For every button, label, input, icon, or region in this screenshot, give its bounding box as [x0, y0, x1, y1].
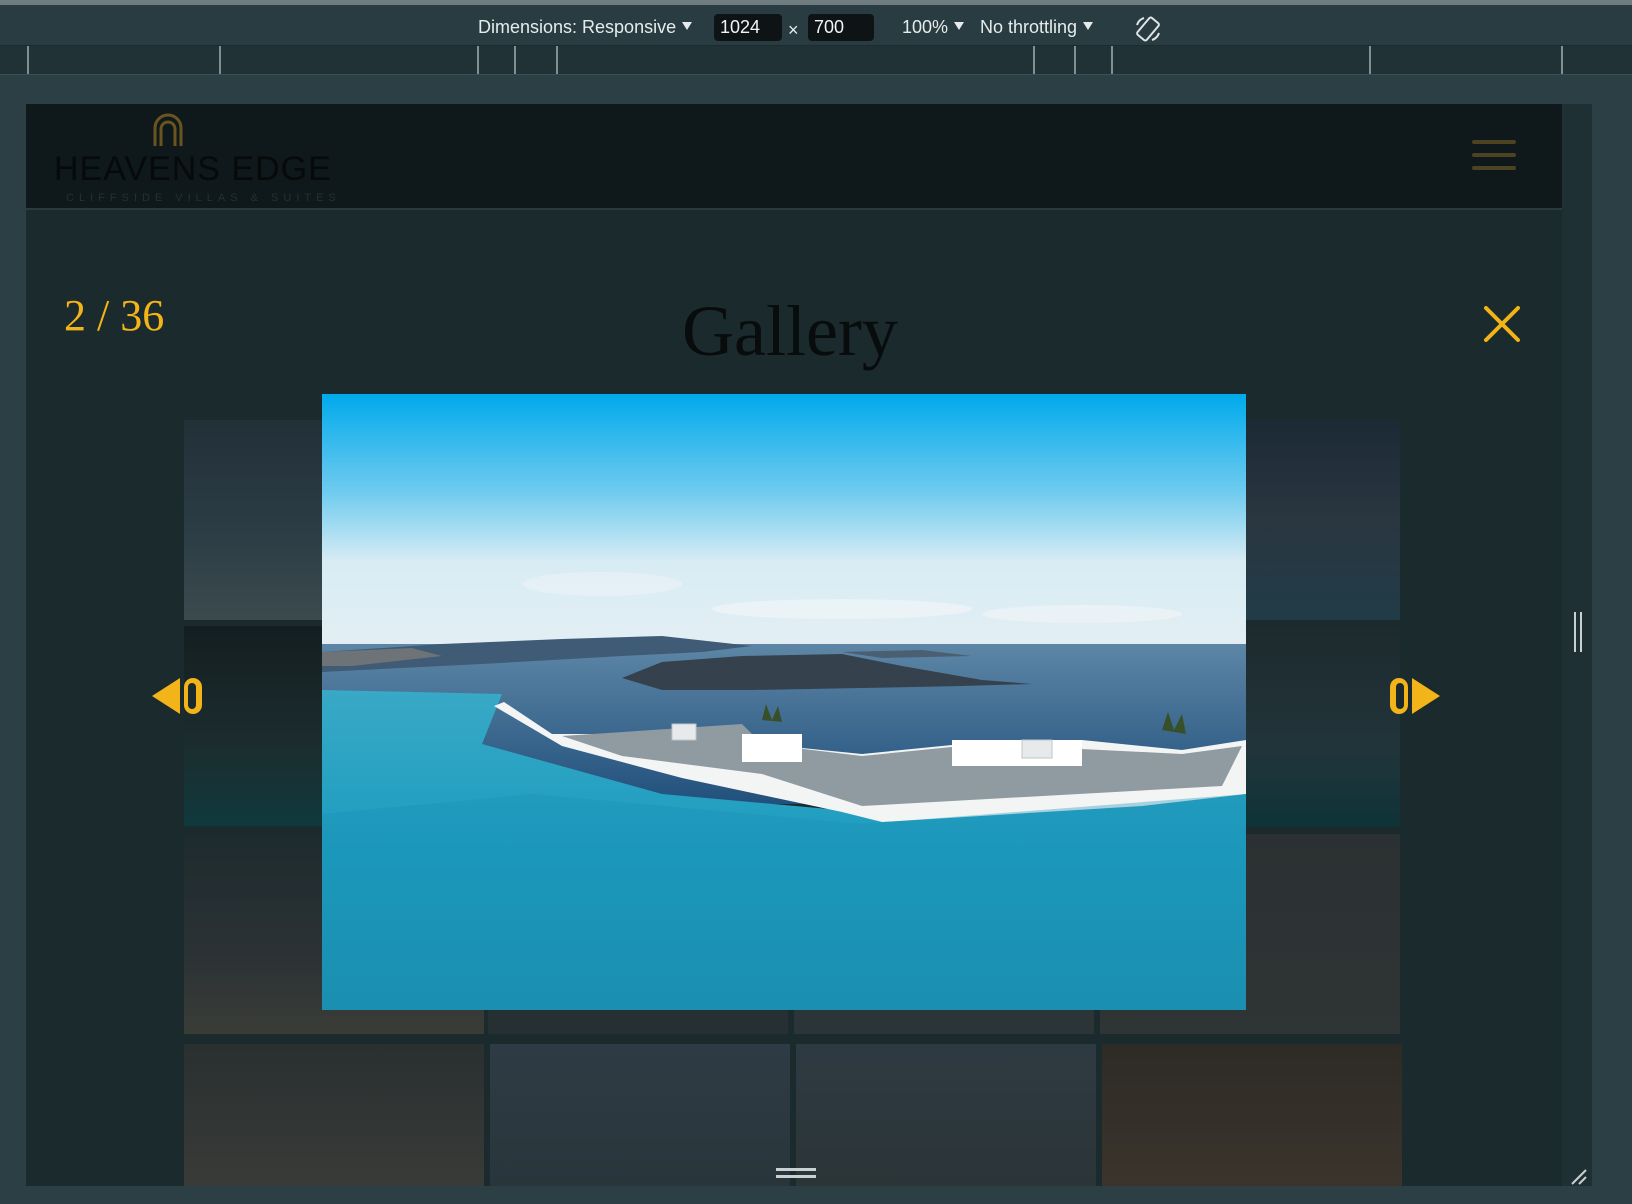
lightbox-image[interactable]: [322, 394, 1246, 1010]
logo-tagline: CLIFFSIDE VILLAS & SUITES: [66, 192, 341, 204]
gallery-thumb[interactable]: [184, 1044, 484, 1186]
page-title: Gallery: [682, 291, 898, 371]
device-frame: HEAVENS EDGE CLIFFSIDE VILLAS & SUITES G…: [26, 104, 1592, 1186]
chevron-down-icon: [682, 22, 693, 30]
ruler-tick: [1033, 46, 1035, 74]
devtools-toolbar: Dimensions: Responsive 1024 × 700 100% N…: [0, 0, 1632, 46]
throttling-dropdown[interactable]: No throttling: [980, 15, 1094, 39]
dimensions-dropdown[interactable]: Dimensions: Responsive: [478, 15, 693, 39]
close-icon[interactable]: [1482, 304, 1522, 344]
ruler-tick: [556, 46, 558, 74]
ruler-tick: [1111, 46, 1113, 74]
ruler-tick: [219, 46, 221, 74]
hamburger-icon[interactable]: [1472, 140, 1516, 172]
ruler-tick: [1369, 46, 1371, 74]
ruler-tick: [1074, 46, 1076, 74]
ruler-tick: [27, 46, 29, 74]
ruler-tick: [477, 46, 479, 74]
resize-handle-right[interactable]: [1574, 612, 1582, 652]
prev-arrow-icon[interactable]: [150, 674, 206, 718]
width-input[interactable]: 1024: [714, 14, 782, 41]
arch-logo-icon: [153, 113, 183, 146]
resize-corner-icon[interactable]: [1568, 1166, 1588, 1186]
resize-handle-bottom[interactable]: [776, 1168, 816, 1178]
dimensions-label: Dimensions: Responsive: [478, 17, 677, 37]
gallery-thumb[interactable]: [796, 1044, 1096, 1186]
next-arrow-icon[interactable]: [1386, 674, 1442, 718]
zoom-label: 100%: [902, 17, 949, 37]
ruler-tick: [1561, 46, 1563, 74]
pool-caldera-photo: [322, 394, 1246, 1010]
image-counter: 2 / 36: [64, 291, 165, 340]
rotate-icon[interactable]: [1134, 15, 1162, 43]
chevron-down-icon: [954, 22, 965, 30]
logo-text[interactable]: HEAVENS EDGE: [54, 150, 332, 189]
gallery-thumb[interactable]: [490, 1044, 790, 1186]
zoom-dropdown[interactable]: 100%: [902, 15, 965, 39]
gallery-thumb[interactable]: [1102, 1044, 1402, 1186]
throttling-label: No throttling: [980, 17, 1078, 37]
chevron-down-icon: [1083, 22, 1094, 30]
height-input[interactable]: 700: [808, 14, 874, 41]
times-sign: ×: [788, 20, 799, 40]
site-header: HEAVENS EDGE CLIFFSIDE VILLAS & SUITES: [26, 104, 1562, 210]
media-query-ruler[interactable]: [0, 46, 1632, 75]
page-viewport: HEAVENS EDGE CLIFFSIDE VILLAS & SUITES G…: [26, 104, 1562, 1186]
ruler-tick: [514, 46, 516, 74]
